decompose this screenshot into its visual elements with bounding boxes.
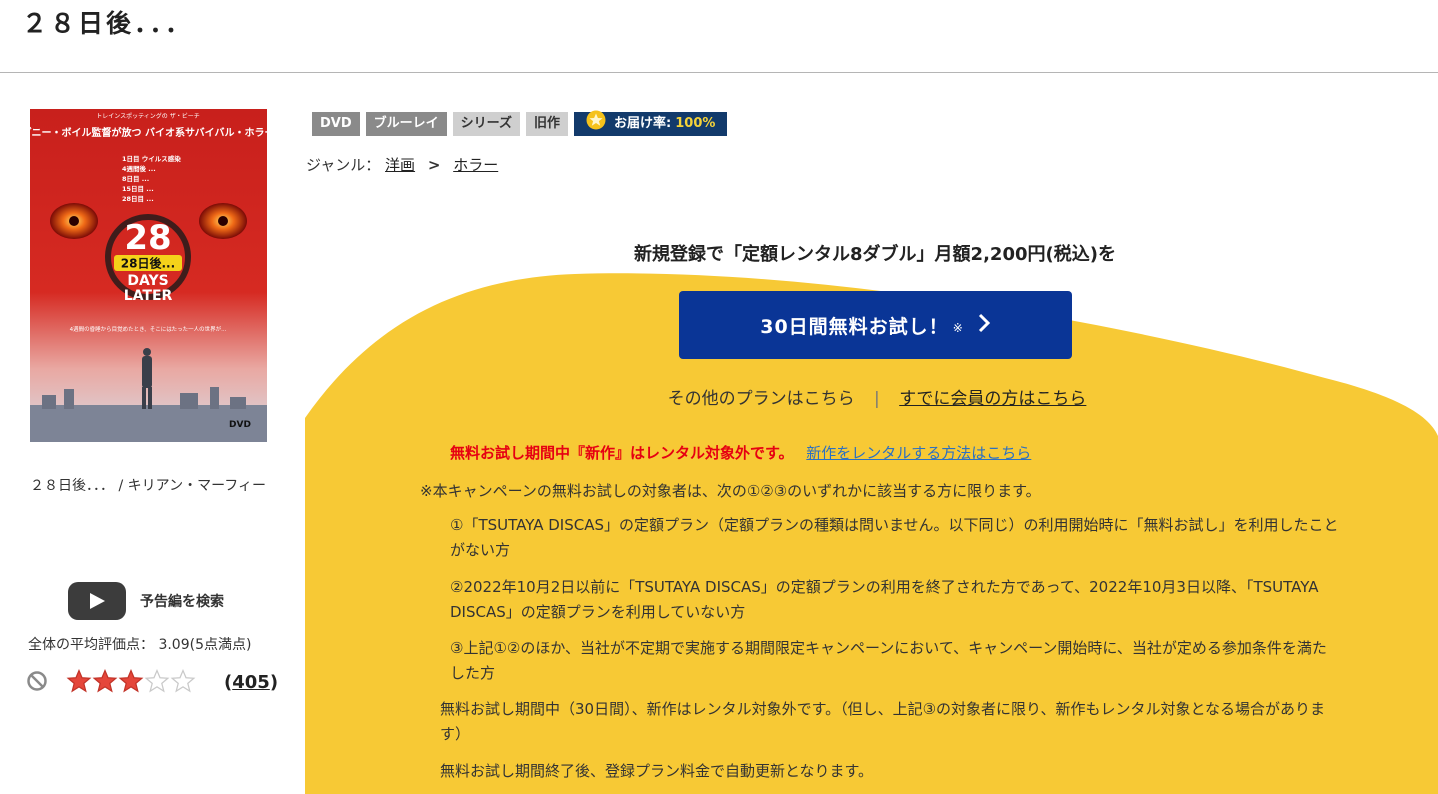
badge-delivery-rate: お届け率: 100% bbox=[574, 110, 728, 139]
star-empty-icon[interactable] bbox=[144, 669, 170, 693]
poster-logo-en-1: DAYS bbox=[127, 273, 168, 289]
poster-timeline-4: 15日目 ... bbox=[122, 185, 154, 193]
poster-logo-jp: 28日後... bbox=[121, 256, 175, 271]
plan-links: その他のプランはこちら | すでに会員の方はこちら bbox=[600, 384, 1154, 409]
badge-series: シリーズ bbox=[452, 112, 521, 136]
campaign-eligibility-intro: ※本キャンペーンの無料お試しの対象者は、次の①②③のいずれかに該当する方に限りま… bbox=[420, 482, 1041, 500]
star-filled-icon[interactable] bbox=[118, 669, 144, 693]
poster-timeline-1: 1日目 ウイルス感染 bbox=[122, 154, 181, 163]
rating-row: (405) bbox=[26, 668, 279, 698]
genre-link-western[interactable]: 洋画 bbox=[385, 156, 415, 174]
poster-timeline-2: 4週間後 ... bbox=[122, 164, 156, 173]
new-release-howto-link[interactable]: 新作をレンタルする方法はこちら bbox=[806, 444, 1031, 462]
youtube-play-icon bbox=[68, 582, 126, 620]
trailer-search-button[interactable]: 予告編を検索 bbox=[68, 581, 258, 621]
breadcrumb-separator: > bbox=[427, 156, 441, 174]
trial-period-note: 無料お試し期間中（30日間）、新作はレンタル対象外です。（但し、上記③の対象者に… bbox=[440, 700, 1325, 743]
star-empty-icon[interactable] bbox=[170, 669, 196, 693]
poster-logo-en-2: LATER bbox=[124, 288, 173, 304]
eligibility-condition-3: ③上記①②のほか、当社が不定期で実施する期間限定キャンペーンにおいて、キャンペー… bbox=[450, 639, 1327, 682]
title-cast-caption: ２８日後．．． / キリアン・マーフィー bbox=[30, 478, 266, 494]
other-plans-link[interactable]: その他のプランはこちら bbox=[668, 389, 855, 409]
poster-format-logo: DVD bbox=[229, 420, 251, 430]
free-trial-note-mark: ※ bbox=[952, 321, 963, 335]
badge-dvd: DVD bbox=[312, 112, 360, 136]
genre-breadcrumb: ジャンル： 洋画 > ホラー bbox=[306, 154, 498, 175]
review-count-link[interactable]: 405 bbox=[232, 672, 270, 693]
chevron-right-icon bbox=[977, 313, 991, 337]
poster-bottom-text: 4週間の昏睡から目覚めたとき、そこにはたった一人の世界が... bbox=[70, 325, 227, 333]
eligibility-condition-2: ②2022年10月2日以前に「TSUTAYA DISCAS」の定額プランの利用を… bbox=[450, 578, 1319, 621]
badge-old-release: 旧作 bbox=[526, 112, 569, 136]
badge-bluray: ブルーレイ bbox=[365, 112, 447, 136]
poster-timeline-3: 8日目 ... bbox=[122, 175, 149, 183]
title-divider bbox=[0, 72, 1438, 73]
free-trial-button[interactable]: 30日間無料お試し！ ※ bbox=[679, 291, 1072, 359]
new-release-notice: 無料お試し期間中『新作』はレンタル対象外です。 新作をレンタルする方法はこちら bbox=[450, 442, 1031, 463]
existing-member-link[interactable]: すでに会員の方はこちら bbox=[899, 389, 1086, 409]
new-release-warning: 無料お試し期間中『新作』はレンタル対象外です。 bbox=[450, 444, 794, 462]
dvd-cover-image[interactable]: トレインスポッティングの ザ・ビーチ ダニー・ボイル監督が放つ バイオ系サバイバ… bbox=[30, 109, 267, 442]
not-interested-icon[interactable] bbox=[26, 670, 48, 696]
page-title: ２８日後．．． bbox=[22, 9, 194, 38]
genre-label: ジャンル： bbox=[306, 156, 381, 174]
eligibility-condition-1: ①「TSUTAYA DISCAS」の定額プラン（定額プランの種類は問いません。以… bbox=[450, 516, 1339, 559]
star-filled-icon[interactable] bbox=[66, 669, 92, 693]
average-rating-text: 全体の平均評価点： 3.09(5点満点) bbox=[28, 637, 252, 653]
auto-renewal-note: 無料お試し期間終了後、登録プラン料金で自動更新となります。 bbox=[440, 762, 874, 780]
free-trial-label: 30日間無料お試し！ bbox=[760, 315, 949, 338]
promo-lead-text: 新規登録で「定額レンタル8ダブル」月額2,200円(税込)を bbox=[634, 244, 1116, 265]
review-count: (405) bbox=[224, 672, 279, 693]
poster-tagline: ダニー・ボイル監督が放つ バイオ系サバイバル・ホラー bbox=[30, 126, 267, 139]
gold-star-icon bbox=[586, 110, 606, 139]
plan-links-divider: | bbox=[874, 389, 880, 409]
poster-top-text: トレインスポッティングの ザ・ビーチ bbox=[96, 112, 199, 120]
delivery-rate-value: 100% bbox=[675, 116, 716, 131]
poster-timeline-5: 28日目 ... bbox=[122, 195, 154, 203]
genre-link-horror[interactable]: ホラー bbox=[453, 156, 498, 174]
poster-big-number: 28 bbox=[124, 218, 171, 258]
trailer-search-label: 予告編を検索 bbox=[140, 594, 224, 610]
star-filled-icon[interactable] bbox=[92, 669, 118, 693]
star-rating[interactable] bbox=[66, 669, 196, 693]
delivery-rate-label: お届け率: bbox=[614, 116, 672, 131]
item-badges: DVD ブルーレイ シリーズ 旧作 お届け率: 100% bbox=[312, 110, 728, 139]
